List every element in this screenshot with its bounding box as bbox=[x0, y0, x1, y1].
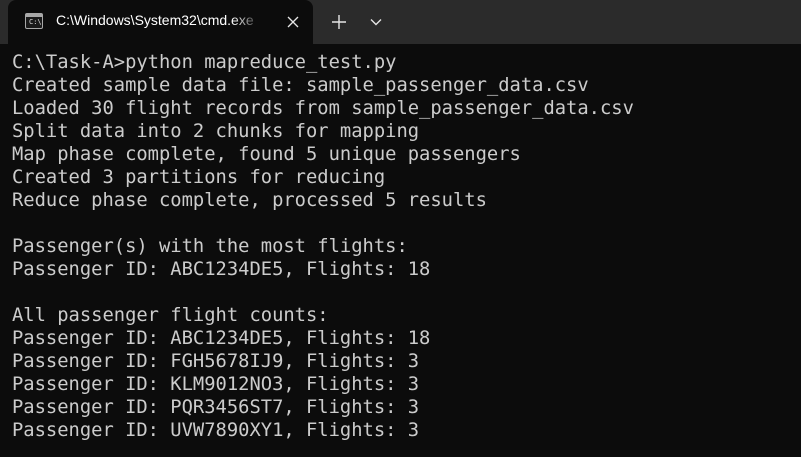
terminal-lines: C:\Task-A>python mapreduce_test.py Create… bbox=[12, 51, 634, 442]
terminal-line: Passenger ID: KLM9012NO3, Flights: 3 bbox=[12, 374, 420, 395]
terminal-line: Passenger ID: PQR3456ST7, Flights: 3 bbox=[12, 397, 420, 418]
tab-title: C:\Windows\System32\cmd.exe bbox=[56, 12, 254, 28]
close-icon bbox=[287, 16, 299, 28]
terminal-line: Passenger ID: FGH5678IJ9, Flights: 3 bbox=[12, 351, 420, 372]
terminal-line: Created 3 partitions for reducing bbox=[12, 167, 386, 188]
terminal-line: Map phase complete, found 5 unique passe… bbox=[12, 144, 521, 165]
terminal-line: Passenger ID: ABC1234DE5, Flights: 18 bbox=[12, 328, 431, 349]
terminal-output[interactable]: C:\Task-A>python mapreduce_test.py Create… bbox=[0, 44, 801, 457]
terminal-line: Reduce phase complete, processed 5 resul… bbox=[12, 190, 487, 211]
tab-cmd[interactable]: C:\ C:\Windows\System32\cmd.exe bbox=[8, 0, 313, 44]
new-tab-button[interactable] bbox=[324, 8, 354, 36]
tab-dropdown-button[interactable] bbox=[362, 8, 390, 36]
terminal-line: Passenger ID: ABC1234DE5, Flights: 18 bbox=[12, 259, 431, 280]
terminal-line: Split data into 2 chunks for mapping bbox=[12, 121, 420, 142]
close-tab-button[interactable] bbox=[280, 10, 306, 34]
terminal-line: Passenger(s) with the most flights: bbox=[12, 236, 408, 257]
title-bar: C:\ C:\Windows\System32\cmd.exe bbox=[0, 0, 801, 44]
terminal-line: All passenger flight counts: bbox=[12, 305, 329, 326]
cmd-terminal-icon: C:\ bbox=[25, 13, 43, 29]
terminal-line: C:\Task-A>python mapreduce_test.py bbox=[12, 52, 397, 73]
terminal-line: Created sample data file: sample_passeng… bbox=[12, 75, 589, 96]
plus-icon bbox=[332, 15, 346, 29]
chevron-down-icon bbox=[370, 19, 382, 26]
terminal-line: Loaded 30 flight records from sample_pas… bbox=[12, 98, 634, 119]
terminal-line: Passenger ID: UVW7890XY1, Flights: 3 bbox=[12, 420, 420, 441]
